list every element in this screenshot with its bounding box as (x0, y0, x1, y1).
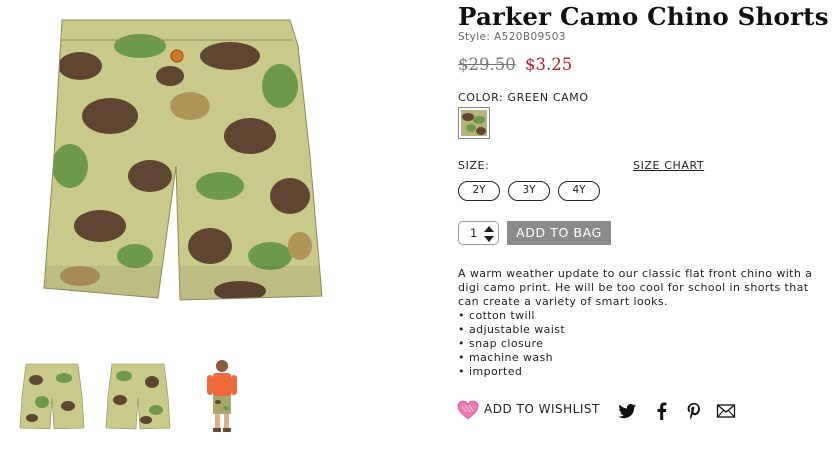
quantity-value: 1 (470, 226, 478, 240)
pinterest-icon[interactable] (684, 401, 704, 421)
color-swatch-green-camo[interactable] (458, 107, 490, 139)
add-to-bag-button[interactable]: ADD TO BAG (507, 221, 611, 245)
wishlist-label: ADD TO WISHLIST (484, 402, 600, 416)
size-option-2y[interactable]: 2Y (458, 181, 500, 201)
color-label: COLOR: GREEN CAMO (458, 91, 589, 104)
style-number: Style: A520B09503 (458, 31, 566, 43)
feature-item: cotton twill (458, 309, 833, 323)
sale-price: $3.25 (524, 55, 573, 74)
size-chart-link[interactable]: SIZE CHART (633, 159, 704, 172)
description-text: A warm weather update to our classic fla… (458, 267, 813, 308)
thumbnail-strip (12, 356, 262, 436)
thumbnail-back[interactable] (98, 356, 178, 436)
heart-icon (457, 400, 479, 420)
feature-list: cotton twill adjustable waist snap closu… (458, 309, 833, 379)
feature-item: snap closure (458, 337, 833, 351)
size-option-3y[interactable]: 3Y (508, 181, 550, 201)
thumbnail-front[interactable] (12, 356, 92, 436)
product-title: Parker Camo Chino Shorts (458, 2, 829, 31)
product-description: A warm weather update to our classic fla… (458, 267, 833, 379)
quantity-stepper[interactable]: 1 (458, 221, 499, 245)
twitter-icon[interactable] (617, 401, 637, 421)
feature-item: machine wash (458, 351, 833, 365)
size-option-4y[interactable]: 4Y (558, 181, 600, 201)
feature-item: adjustable waist (458, 323, 833, 337)
thumbnail-model[interactable] (184, 356, 264, 436)
stepper-arrows-icon[interactable] (483, 225, 495, 243)
facebook-icon[interactable] (652, 401, 672, 421)
email-icon[interactable] (716, 401, 736, 421)
feature-item: imported (458, 365, 833, 379)
original-price: $29.50 (458, 55, 516, 74)
price-row: $29.50 $3.25 (458, 55, 572, 74)
size-label: SIZE: (458, 159, 490, 172)
product-main-image (40, 6, 332, 318)
